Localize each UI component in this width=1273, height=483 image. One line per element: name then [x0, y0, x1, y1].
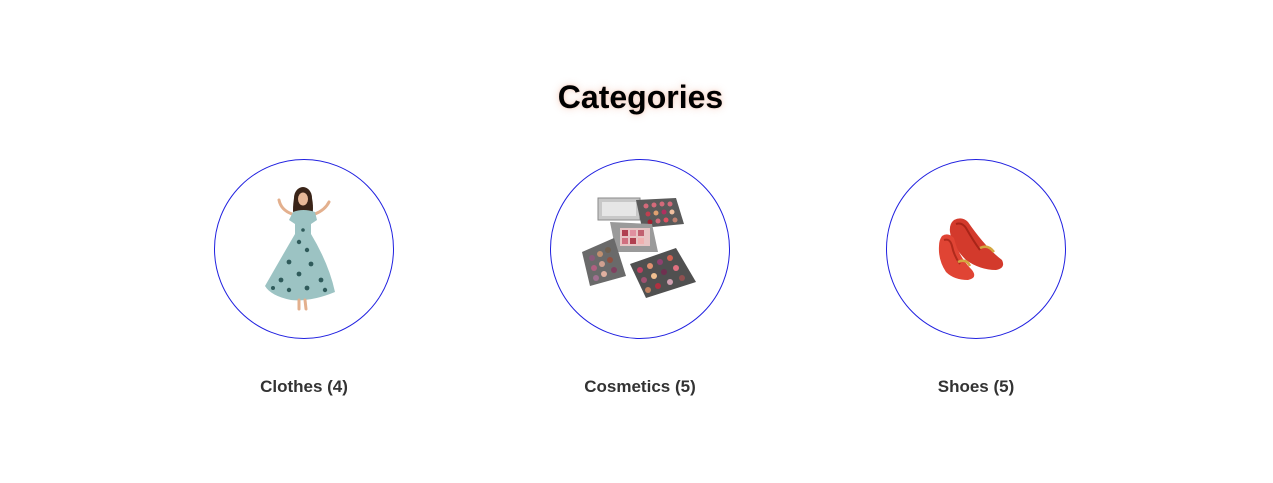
category-label-clothes[interactable]: Clothes (4) [204, 376, 404, 398]
red-flat-shoes-image-icon [938, 218, 1004, 280]
category-image-circle[interactable] [886, 159, 1066, 339]
category-card-clothes[interactable]: Clothes (4) [204, 159, 404, 398]
category-card-cosmetics[interactable]: Cosmetics (5) [540, 159, 740, 398]
category-label-shoes[interactable]: Shoes (5) [876, 376, 1076, 398]
category-image-circle[interactable] [214, 159, 394, 339]
dress-image-icon [265, 187, 335, 311]
category-image-circle[interactable] [550, 159, 730, 339]
category-label-cosmetics[interactable]: Cosmetics (5) [540, 376, 740, 398]
section-title: Categories [557, 79, 724, 116]
category-card-shoes[interactable]: Shoes (5) [876, 159, 1076, 398]
makeup-palette-image-icon [582, 197, 696, 298]
